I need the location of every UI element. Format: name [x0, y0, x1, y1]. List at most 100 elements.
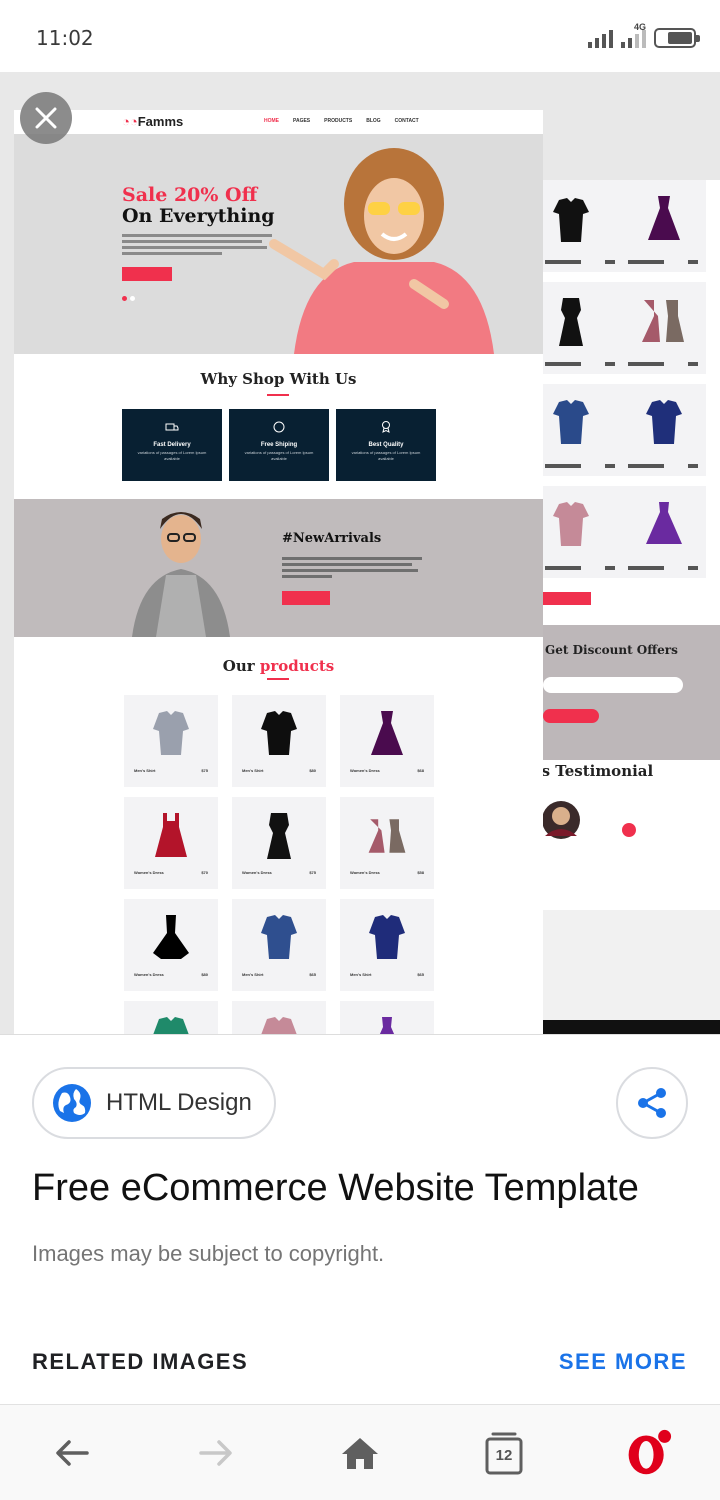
product-image [369, 915, 405, 959]
truck-icon [165, 423, 179, 431]
network-type: 4G [633, 22, 646, 32]
see-more-link[interactable]: SEE MORE [559, 1349, 687, 1375]
forward-button[interactable] [192, 1429, 240, 1477]
hero-sale-text: Sale 20% Off [122, 184, 258, 206]
side-product-card [620, 180, 706, 272]
status-icons: 4G [588, 22, 700, 48]
status-time: 11:02 [36, 26, 94, 50]
copyright-notice: Images may be subject to copyright. [32, 1241, 385, 1266]
testimonial-next-icon[interactable] [621, 822, 637, 838]
quality-badge-icon [382, 421, 390, 433]
discount-email-input[interactable] [543, 677, 683, 693]
share-icon [638, 1088, 666, 1118]
menu-item: BLOG [366, 118, 381, 124]
product-card: Men's Shirt $65 [232, 899, 326, 991]
product-image [153, 1017, 189, 1034]
home-button[interactable] [336, 1429, 384, 1477]
tabs-count: 12 [495, 1446, 513, 1464]
product-card: Women's Dress $75 [232, 797, 326, 889]
menu-item: PRODUCTS [324, 118, 353, 124]
product-card: Women's Dress $80 [124, 899, 218, 991]
new-arrivals-section: #NewArrivals [14, 499, 543, 637]
battery-icon [654, 28, 700, 48]
product-card: Women's Dress $68 [340, 695, 434, 787]
product-card [124, 1001, 218, 1034]
product-image [368, 819, 406, 853]
product-card: Men's Shirt $80 [232, 695, 326, 787]
side-product-card [620, 384, 706, 476]
product-image [371, 711, 403, 755]
product-image [267, 813, 291, 859]
subscribe-button[interactable] [543, 709, 599, 723]
product-card [232, 1001, 326, 1034]
side-product-card [537, 282, 623, 374]
feature-card: Fast Delivery variations of passages of … [122, 409, 222, 481]
free-badge-icon [273, 421, 285, 433]
product-image [153, 915, 189, 959]
product-card: Men's Shirt $75 [124, 695, 218, 787]
source-chip-label: HTML Design [106, 1089, 252, 1116]
why-shop-section: Why Shop With Us Fast Delivery variation… [14, 354, 543, 499]
product-image [155, 813, 187, 857]
status-bar: 11:02 4G [0, 0, 720, 72]
product-image [379, 1017, 395, 1034]
forward-arrow-icon [199, 1440, 232, 1466]
close-icon [35, 107, 57, 129]
why-shop-title: Why Shop With Us [200, 370, 357, 388]
back-button[interactable] [48, 1429, 96, 1477]
template-side-page: Get Discount Offers 's Testimonial [537, 180, 720, 1034]
menu-item: PAGES [293, 118, 311, 124]
tabs-button[interactable]: 12 [480, 1429, 528, 1477]
browser-bottom-nav: 12 [0, 1404, 720, 1500]
product-image [153, 711, 189, 755]
product-card: Women's Dress $58 [340, 797, 434, 889]
product-image [261, 915, 297, 959]
side-footer [543, 910, 720, 1034]
signal-4g-icon: 4G [621, 22, 646, 48]
home-icon [342, 1438, 378, 1469]
hero-model-image [269, 148, 494, 354]
source-chip[interactable]: HTML Design [32, 1067, 276, 1139]
product-card [340, 1001, 434, 1034]
feature-card: Free Shiping variations of passages of L… [229, 409, 329, 481]
product-card: Women's Dress $70 [124, 797, 218, 889]
share-button[interactable] [616, 1067, 688, 1139]
signal-icon [588, 26, 613, 48]
arrivals-body-text [282, 557, 422, 581]
product-image [261, 711, 297, 755]
opera-logo-icon [628, 1429, 672, 1475]
arrivals-title: #NewArrivals [282, 531, 382, 546]
image-info-panel: HTML Design Free eCommerce Website Templ… [0, 1034, 720, 1404]
hero-shop-button [122, 267, 172, 281]
image-title: Free eCommerce Website Template [32, 1167, 639, 1209]
hero-banner: Sale 20% Off On Everything [14, 134, 543, 354]
hero-body-text [122, 234, 272, 258]
slider-dots [122, 296, 135, 301]
template-page: ◔◔Famms HOME PAGES PRODUCTS BLOG CONTACT… [14, 110, 543, 1034]
back-arrow-icon [56, 1440, 89, 1466]
arrivals-model-image [132, 512, 230, 637]
template-menu: HOME PAGES PRODUCTS BLOG CONTACT [264, 118, 419, 124]
product-card: Men's Shirt $65 [340, 899, 434, 991]
side-product-card [537, 486, 623, 578]
products-title: Our products [222, 657, 335, 675]
menu-item: HOME [264, 118, 279, 124]
globe-icon [53, 1084, 91, 1122]
discount-offers-section: Get Discount Offers [543, 625, 720, 760]
hero-subheading: On Everything [122, 205, 275, 227]
related-images-heading: RELATED IMAGES [32, 1349, 249, 1374]
testimonial-title: 's Testimonial [537, 762, 654, 780]
close-button[interactable] [20, 92, 72, 144]
view-all-products-button[interactable] [543, 592, 591, 605]
side-product-card [620, 486, 706, 578]
image-preview[interactable]: Get Discount Offers 's Testimonial ◔◔Fam… [0, 72, 720, 1034]
feature-card: Best Quality variations of passages of L… [336, 409, 436, 481]
opera-menu-button[interactable] [624, 1429, 672, 1477]
arrivals-shop-button [282, 591, 330, 605]
side-product-card [620, 282, 706, 374]
product-image [261, 1017, 297, 1034]
side-product-card [537, 180, 623, 272]
discount-title: Get Discount Offers [545, 643, 678, 657]
our-products-section: Our products Men's Shirt $75 Men's Shirt $… [14, 637, 543, 1034]
side-product-card [537, 384, 623, 476]
